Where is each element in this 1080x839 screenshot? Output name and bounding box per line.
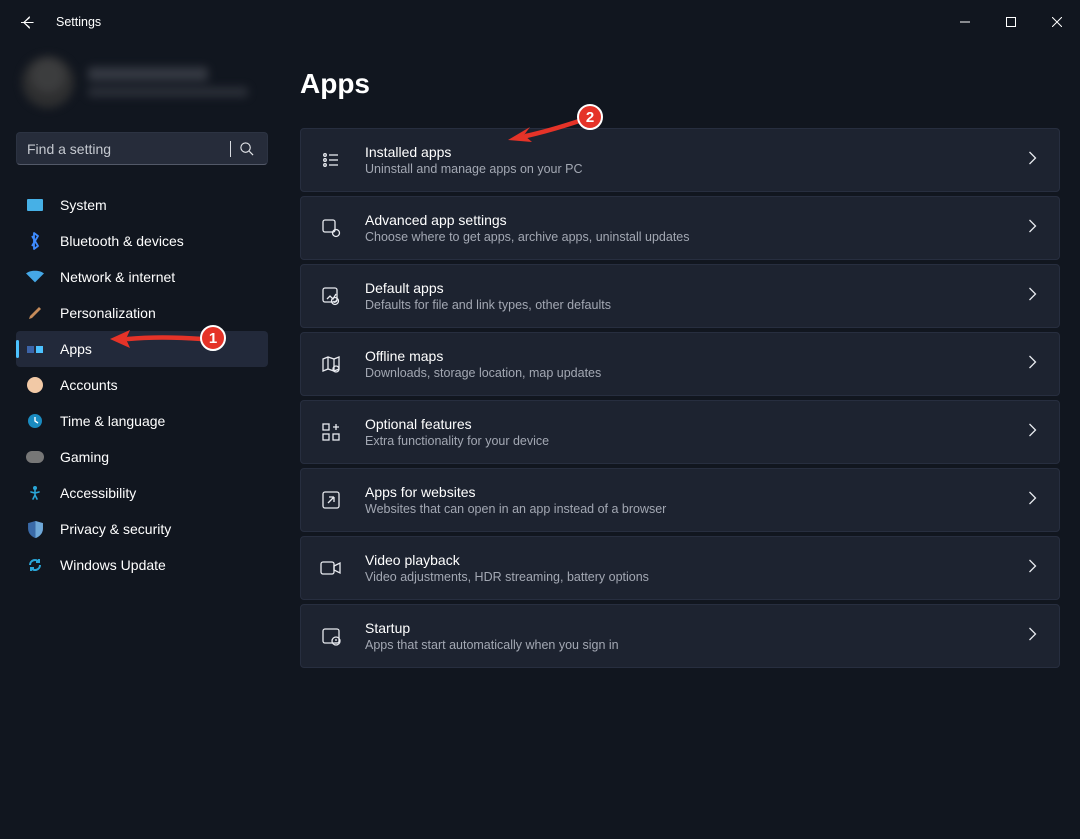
sidebar-item-label: Accounts xyxy=(60,377,118,393)
maximize-button[interactable] xyxy=(988,2,1034,42)
sidebar-item-personalization[interactable]: Personalization xyxy=(16,295,268,331)
sidebar-item-label: Gaming xyxy=(60,449,109,465)
card-title: Apps for websites xyxy=(365,484,666,500)
sidebar-item-windows-update[interactable]: Windows Update xyxy=(16,547,268,583)
chevron-right-icon xyxy=(1028,151,1037,170)
search-icon[interactable] xyxy=(231,134,261,164)
sidebar-item-label: Windows Update xyxy=(60,557,166,573)
sidebar-item-label: Accessibility xyxy=(60,485,136,501)
sidebar-item-label: Apps xyxy=(60,341,92,357)
card-subtitle: Uninstall and manage apps on your PC xyxy=(365,162,583,176)
map-icon xyxy=(319,352,343,376)
card-title: Default apps xyxy=(365,280,611,296)
window-title: Settings xyxy=(48,15,101,29)
card-startup[interactable]: Startup Apps that start automatically wh… xyxy=(300,604,1060,668)
chevron-right-icon xyxy=(1028,559,1037,578)
clock-icon xyxy=(26,412,44,430)
grid-plus-icon xyxy=(319,420,343,444)
settings-cards: Installed apps Uninstall and manage apps… xyxy=(300,128,1060,668)
apps-icon xyxy=(26,340,44,358)
chevron-right-icon xyxy=(1028,423,1037,442)
annotation-badge-1: 1 xyxy=(200,325,226,351)
bluetooth-icon xyxy=(26,232,44,250)
search-box[interactable] xyxy=(16,132,268,165)
window-controls xyxy=(942,2,1080,42)
sidebar-item-label: Privacy & security xyxy=(60,521,171,537)
card-installed-apps[interactable]: Installed apps Uninstall and manage apps… xyxy=(300,128,1060,192)
chevron-right-icon xyxy=(1028,491,1037,510)
default-apps-icon xyxy=(319,284,343,308)
card-title: Video playback xyxy=(365,552,649,568)
card-apps-for-websites[interactable]: Apps for websites Websites that can open… xyxy=(300,468,1060,532)
sidebar-item-apps[interactable]: Apps xyxy=(16,331,268,367)
sidebar-nav: System Bluetooth & devices Network & int… xyxy=(16,187,284,583)
card-offline-maps[interactable]: Offline maps Downloads, storage location… xyxy=(300,332,1060,396)
user-profile[interactable] xyxy=(22,50,284,114)
chevron-right-icon xyxy=(1028,627,1037,646)
gamepad-icon xyxy=(26,448,44,466)
sidebar-item-accounts[interactable]: Accounts xyxy=(16,367,268,403)
search-input[interactable] xyxy=(27,141,228,157)
card-subtitle: Choose where to get apps, archive apps, … xyxy=(365,230,690,244)
sidebar-item-label: Personalization xyxy=(60,305,156,321)
sidebar-item-network[interactable]: Network & internet xyxy=(16,259,268,295)
sidebar-item-label: Time & language xyxy=(60,413,165,429)
sidebar-item-bluetooth[interactable]: Bluetooth & devices xyxy=(16,223,268,259)
open-in-app-icon xyxy=(319,488,343,512)
avatar xyxy=(22,56,74,108)
card-subtitle: Extra functionality for your device xyxy=(365,434,549,448)
card-subtitle: Websites that can open in an app instead… xyxy=(365,502,666,516)
minimize-button[interactable] xyxy=(942,2,988,42)
person-icon xyxy=(26,376,44,394)
sidebar-item-time-language[interactable]: Time & language xyxy=(16,403,268,439)
app-settings-icon xyxy=(319,216,343,240)
sidebar-item-label: System xyxy=(60,197,107,213)
card-subtitle: Defaults for file and link types, other … xyxy=(365,298,611,312)
titlebar: Settings xyxy=(0,0,1080,44)
sidebar-item-gaming[interactable]: Gaming xyxy=(16,439,268,475)
sidebar-item-label: Bluetooth & devices xyxy=(60,233,184,249)
startup-icon xyxy=(319,624,343,648)
display-icon xyxy=(26,196,44,214)
sidebar-item-system[interactable]: System xyxy=(16,187,268,223)
chevron-right-icon xyxy=(1028,287,1037,306)
card-subtitle: Video adjustments, HDR streaming, batter… xyxy=(365,570,649,584)
user-profile-text xyxy=(88,67,248,97)
update-icon xyxy=(26,556,44,574)
chevron-right-icon xyxy=(1028,219,1037,238)
sidebar: System Bluetooth & devices Network & int… xyxy=(0,44,300,839)
back-button[interactable] xyxy=(8,2,48,42)
card-subtitle: Downloads, storage location, map updates xyxy=(365,366,601,380)
wifi-icon xyxy=(26,268,44,286)
card-title: Optional features xyxy=(365,416,549,432)
card-title: Offline maps xyxy=(365,348,601,364)
close-button[interactable] xyxy=(1034,2,1080,42)
chevron-right-icon xyxy=(1028,355,1037,374)
sidebar-item-accessibility[interactable]: Accessibility xyxy=(16,475,268,511)
card-default-apps[interactable]: Default apps Defaults for file and link … xyxy=(300,264,1060,328)
card-advanced-app-settings[interactable]: Advanced app settings Choose where to ge… xyxy=(300,196,1060,260)
sidebar-item-label: Network & internet xyxy=(60,269,175,285)
card-optional-features[interactable]: Optional features Extra functionality fo… xyxy=(300,400,1060,464)
card-title: Startup xyxy=(365,620,619,636)
card-title: Installed apps xyxy=(365,144,583,160)
shield-icon xyxy=(26,520,44,538)
card-video-playback[interactable]: Video playback Video adjustments, HDR st… xyxy=(300,536,1060,600)
paintbrush-icon xyxy=(26,304,44,322)
main-content: Apps Installed apps Uninstall and manage… xyxy=(300,44,1080,839)
annotation-badge-2: 2 xyxy=(577,104,603,130)
page-title: Apps xyxy=(300,68,1060,100)
video-icon xyxy=(319,556,343,580)
sidebar-item-privacy[interactable]: Privacy & security xyxy=(16,511,268,547)
list-icon xyxy=(319,148,343,172)
accessibility-icon xyxy=(26,484,44,502)
card-title: Advanced app settings xyxy=(365,212,690,228)
card-subtitle: Apps that start automatically when you s… xyxy=(365,638,619,652)
